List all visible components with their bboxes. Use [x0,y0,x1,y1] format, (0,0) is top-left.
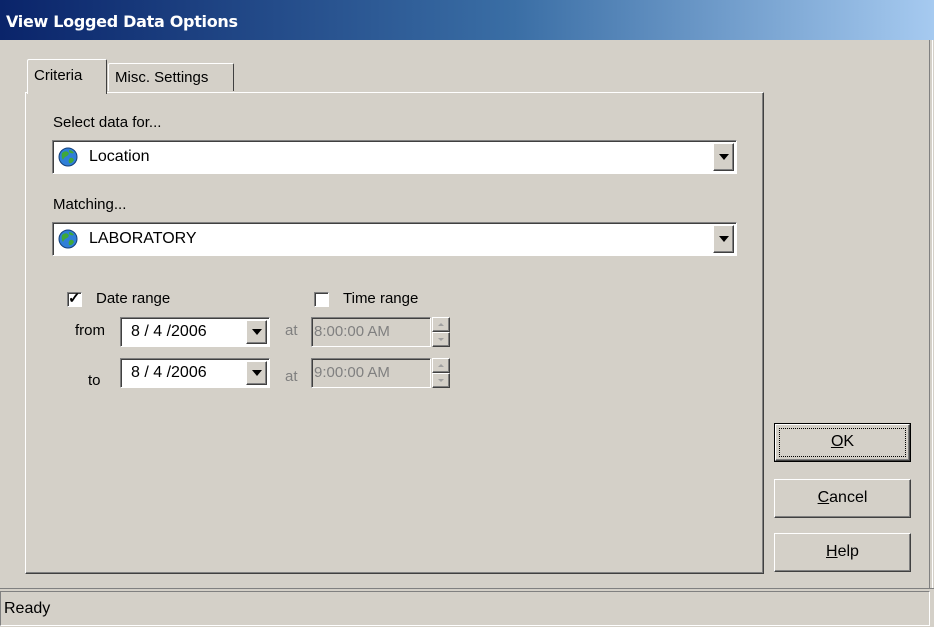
chevron-down-icon [252,370,262,376]
ok-button-label: OK [831,433,854,450]
to-time-value: 9:00:00 AM [314,364,390,381]
tab-criteria-label: Criteria [34,67,83,84]
matching-combo[interactable]: LABORATORY [52,222,737,256]
select-data-dropdown-button[interactable] [713,143,734,171]
title-bar[interactable]: View Logged Data Options [0,0,934,40]
from-time-field[interactable]: 8:00:00 AM [311,317,431,347]
select-data-value: Location [89,148,150,165]
matching-value: LABORATORY [89,230,197,247]
from-time-spinner[interactable] [432,317,450,347]
matching-dropdown-button[interactable] [713,225,734,253]
chevron-down-icon [719,154,729,160]
cancel-button[interactable]: Cancel [774,479,911,518]
cancel-button-label: Cancel [818,489,868,506]
cancel-label-rest: ancel [829,489,868,506]
ok-button[interactable]: OK [774,423,911,462]
spin-down-button[interactable] [432,373,450,388]
date-range-checkbox[interactable]: ✓ [67,290,82,307]
globe-icon [58,147,78,167]
to-time-spinner[interactable] [432,358,450,388]
ok-mnemonic: O [830,433,844,450]
select-data-combo[interactable]: Location [52,140,737,174]
status-pane: Ready [0,591,930,626]
window-right-edge [929,40,933,588]
spin-up-button[interactable] [432,358,450,373]
help-mnemonic: H [826,543,838,560]
globe-icon [58,229,78,249]
tab-criteria[interactable]: Criteria [27,59,107,94]
spin-down-button[interactable] [432,332,450,347]
checkmark-icon: ✓ [68,290,81,307]
to-date-value: 8 / 4 /2006 [131,364,207,381]
ok-label-rest: K [843,433,855,450]
time-range-checkbox[interactable] [314,292,329,307]
from-date-value: 8 / 4 /2006 [131,323,207,340]
cancel-mnemonic: C [817,489,830,506]
status-bar: Ready [0,588,934,627]
from-time-value: 8:00:00 AM [314,323,390,340]
to-date-dropdown-button[interactable] [246,361,267,385]
tab-misc-settings[interactable]: Misc. Settings [108,63,234,91]
to-date-picker[interactable]: 8 / 4 /2006 [120,358,270,388]
arrow-up-icon [438,323,444,326]
spin-up-button[interactable] [432,317,450,332]
chevron-down-icon [719,236,729,242]
help-button[interactable]: Help [774,533,911,572]
from-date-dropdown-button[interactable] [246,320,267,344]
from-date-picker[interactable]: 8 / 4 /2006 [120,317,270,347]
status-text: Ready [4,600,51,617]
window-title: View Logged Data Options [6,12,238,31]
chevron-down-icon [252,329,262,335]
to-time-field[interactable]: 9:00:00 AM [311,358,431,388]
help-button-label: Help [826,543,859,560]
arrow-down-icon [438,338,444,341]
tab-misc-settings-label: Misc. Settings [115,69,209,86]
arrow-down-icon [438,379,444,382]
help-label-rest: elp [837,543,859,560]
arrow-up-icon [438,364,444,367]
